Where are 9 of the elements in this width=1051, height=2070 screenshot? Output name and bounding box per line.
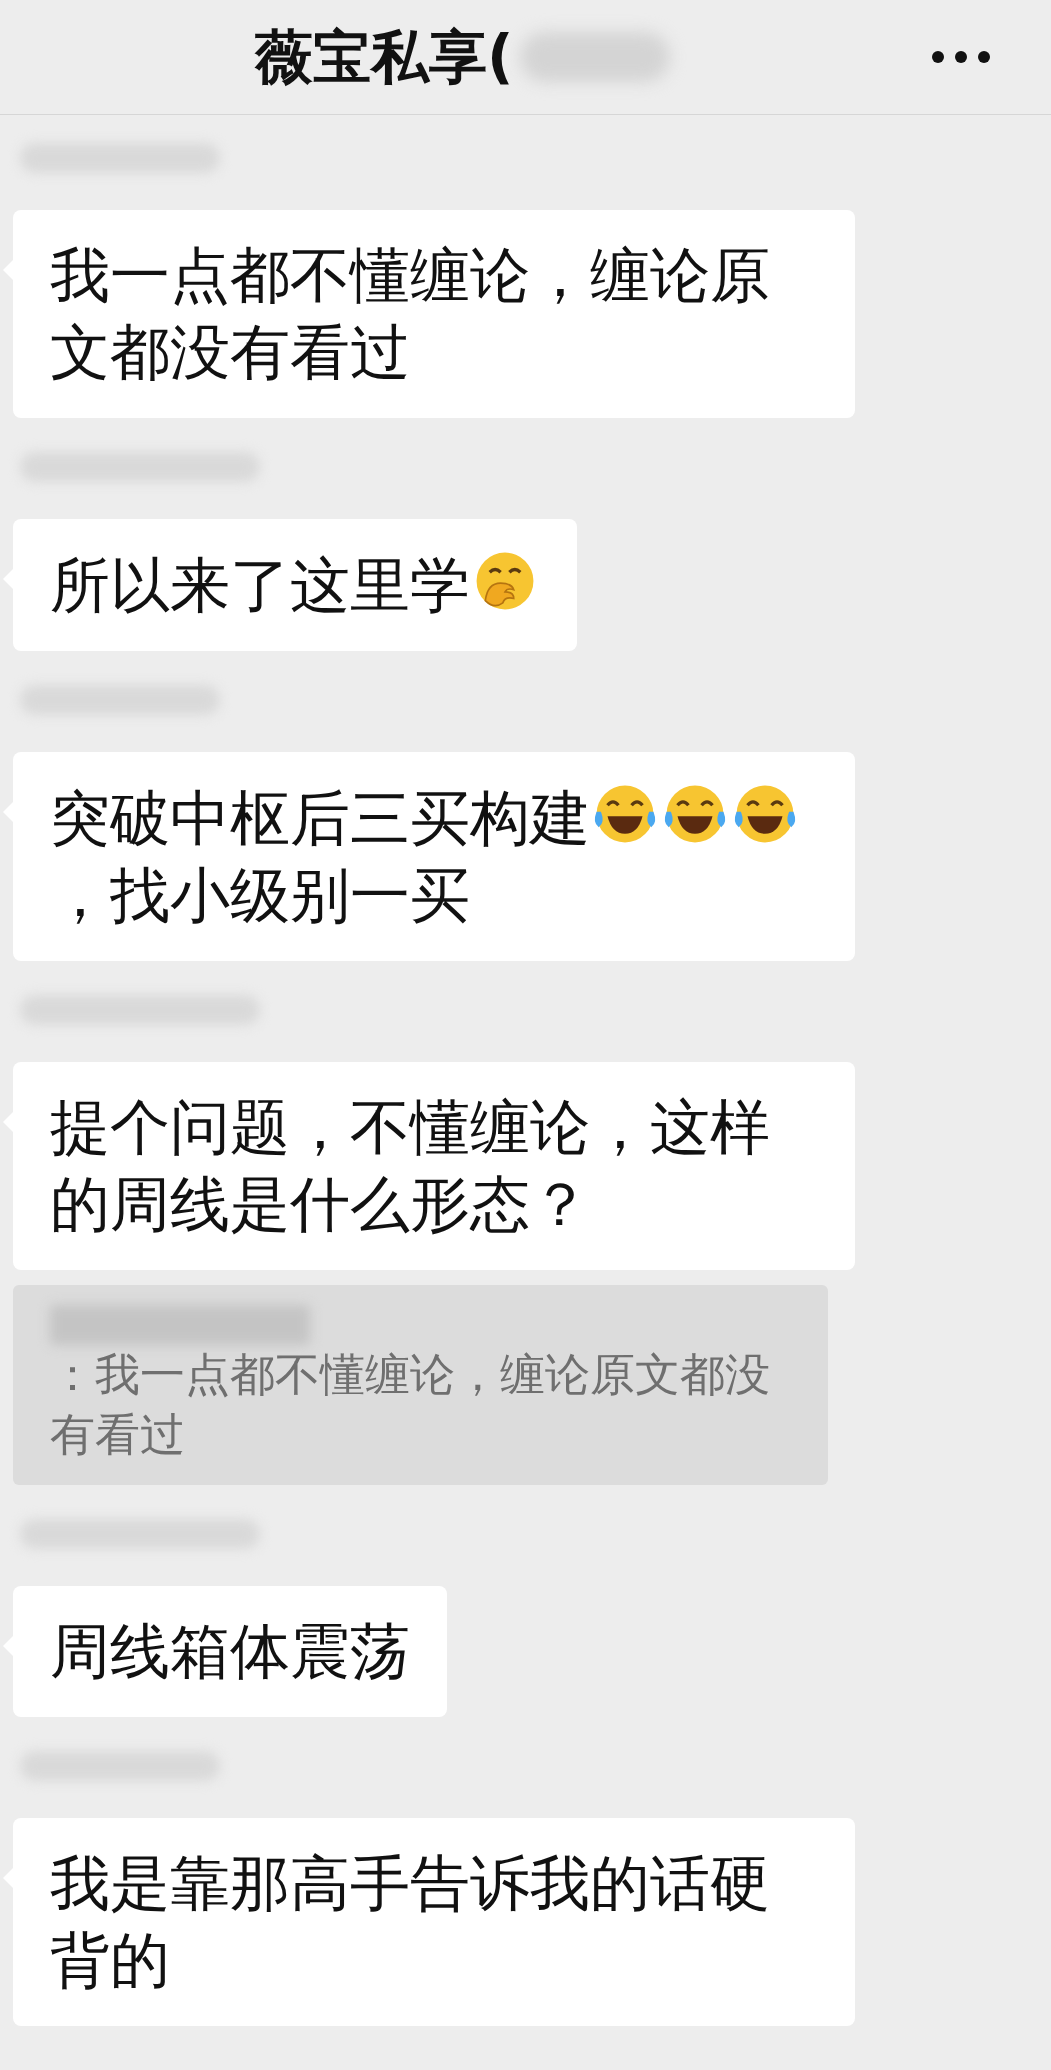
- chat-title: 薇宝私享(: [255, 21, 514, 93]
- message-bubble: 我一点都不懂缠论，缠论原文都没有看过: [13, 210, 855, 418]
- message-bubble: 提个问题，不懂缠论，这样的周线是什么形态？: [13, 1062, 855, 1270]
- more-icon[interactable]: [931, 50, 991, 64]
- message-bubble: 我是靠那高手告诉我的话硬背的: [13, 1818, 855, 2026]
- message-bubble: 所以来了这里学: [13, 519, 577, 651]
- message-bubble: 周线箱体震荡: [13, 1586, 447, 1717]
- quoted-message: ：我一点都不懂缠论，缠论原文都没有看过: [13, 1285, 828, 1485]
- message-bubble: 突破中枢后三买构建 ，找小级别一买: [13, 752, 855, 961]
